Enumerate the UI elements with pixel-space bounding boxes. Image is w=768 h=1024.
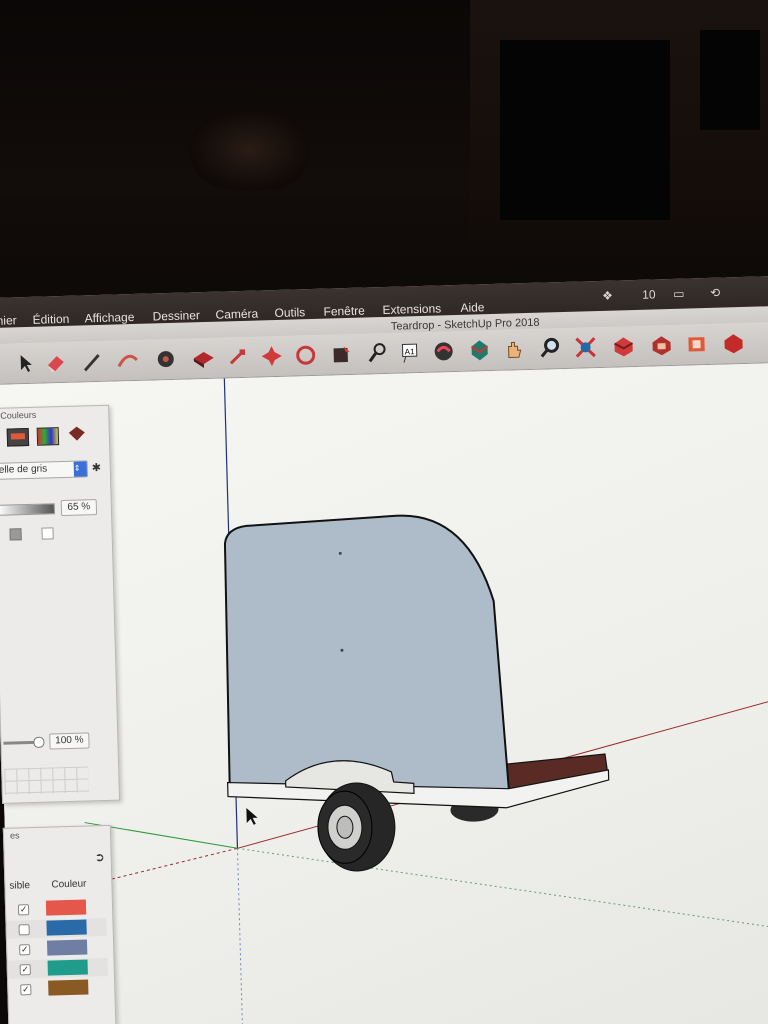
opacity-value-field[interactable]: 65 % (60, 499, 98, 517)
text-icon[interactable]: A1 (397, 340, 422, 365)
orbit-icon[interactable] (293, 343, 318, 368)
section-icon[interactable] (467, 338, 492, 363)
layer-visible-checkbox[interactable]: ✓ (20, 984, 32, 996)
scale-icon[interactable] (259, 344, 284, 369)
layer-visible-checkbox[interactable]: ✓ (19, 944, 31, 956)
layer-color-swatch[interactable] (46, 939, 88, 956)
colors-panel-title: Couleurs (0, 409, 37, 421)
col-visible-header: sible (9, 880, 31, 892)
pencil-icon[interactable] (79, 349, 104, 374)
layer-visible-checkbox[interactable]: ✓ (17, 904, 30, 916)
gear-icon[interactable]: ✱ (92, 461, 102, 474)
zoom-icon[interactable] (537, 336, 562, 361)
layer-visible-checkbox[interactable] (18, 924, 30, 936)
tape-icon[interactable] (365, 341, 390, 366)
layer-color-swatch[interactable] (47, 959, 88, 976)
export-icon[interactable] (721, 331, 746, 356)
clock-status: 10 (641, 287, 656, 302)
layer-color-swatch[interactable] (48, 979, 89, 996)
palette-dropdown-value: elle de gris (0, 463, 48, 476)
swatch-gray[interactable] (9, 528, 22, 541)
airplay-icon[interactable]: ▭ (673, 287, 685, 301)
pan-icon[interactable] (501, 337, 526, 362)
green-axis-neg (237, 847, 768, 933)
dropbox-icon[interactable]: ❖ (602, 289, 613, 303)
extension-icon[interactable] (649, 333, 674, 358)
layer-color-swatch[interactable] (45, 899, 87, 916)
component-icon[interactable] (431, 339, 456, 364)
blue-axis-neg (236, 848, 244, 1024)
rotate-icon[interactable] (225, 345, 250, 370)
monitor-screen: hier Édition Affichage Dessiner Caméra O… (0, 275, 768, 1024)
material-icon[interactable] (67, 424, 87, 443)
paint-icon[interactable] (329, 342, 354, 367)
room-lamp (190, 110, 310, 190)
menu-fichier[interactable]: hier (0, 313, 17, 328)
details-arrow-icon[interactable]: ➲ (94, 850, 104, 864)
wheel-hub (336, 815, 354, 839)
layer-row[interactable]: ✓ (7, 957, 108, 979)
layer-visible-checkbox[interactable]: ✓ (19, 964, 31, 976)
mouse-cursor (246, 808, 258, 825)
arc-icon[interactable] (115, 348, 140, 373)
col-color-header: Couleur (51, 878, 87, 891)
color-sliders-icon[interactable] (36, 427, 60, 446)
teardrop-body (223, 514, 511, 792)
svg-text:A1: A1 (405, 347, 416, 356)
menu-affichage[interactable]: Affichage (84, 310, 134, 325)
layer-row[interactable]: ✓ (8, 978, 108, 999)
time-machine-icon[interactable]: ⟲ (710, 286, 720, 300)
opacity-slider[interactable] (0, 503, 56, 516)
move-icon[interactable] (191, 346, 216, 371)
menu-outils[interactable]: Outils (274, 305, 305, 320)
color-wheel-icon[interactable] (6, 427, 30, 447)
room-window (470, 0, 768, 240)
palette-dropdown[interactable]: elle de gris ⇕ (0, 460, 89, 480)
menu-camera[interactable]: Caméra (215, 307, 258, 322)
layers-panel-title: es (9, 830, 20, 841)
layers-panel: es ➲ sible Couleur ✓ ✓ ✓ ✓ (2, 824, 117, 1024)
swatch-white[interactable] (41, 527, 54, 540)
menu-aide[interactable]: Aide (460, 300, 484, 315)
custom-swatch-grid[interactable] (4, 766, 89, 795)
select-icon[interactable] (13, 351, 38, 376)
menu-dessiner[interactable]: Dessiner (152, 308, 200, 323)
brightness-value-field[interactable]: 100 % (49, 732, 90, 750)
menu-edition[interactable]: Édition (32, 312, 69, 327)
warehouse-icon[interactable] (611, 334, 636, 359)
zoom-extents-icon[interactable] (573, 335, 598, 360)
photo-scene: hier Édition Affichage Dessiner Caméra O… (0, 0, 768, 1024)
menu-fenetre[interactable]: Fenêtre (323, 304, 365, 319)
colors-panel: Couleurs elle de gris ⇕ ✱ 65 % 100 % (0, 404, 121, 804)
chevron-down-icon: ⇕ (73, 461, 88, 477)
eraser-icon[interactable] (43, 350, 68, 375)
layer-row[interactable]: ✓ (7, 938, 107, 959)
layer-row[interactable]: ✓ (6, 898, 106, 919)
layer-row[interactable] (6, 917, 107, 939)
pushpull-icon[interactable] (153, 347, 178, 372)
styles-icon[interactable] (685, 332, 710, 357)
layer-color-swatch[interactable] (46, 919, 87, 936)
brightness-slider-thumb[interactable] (33, 736, 45, 748)
